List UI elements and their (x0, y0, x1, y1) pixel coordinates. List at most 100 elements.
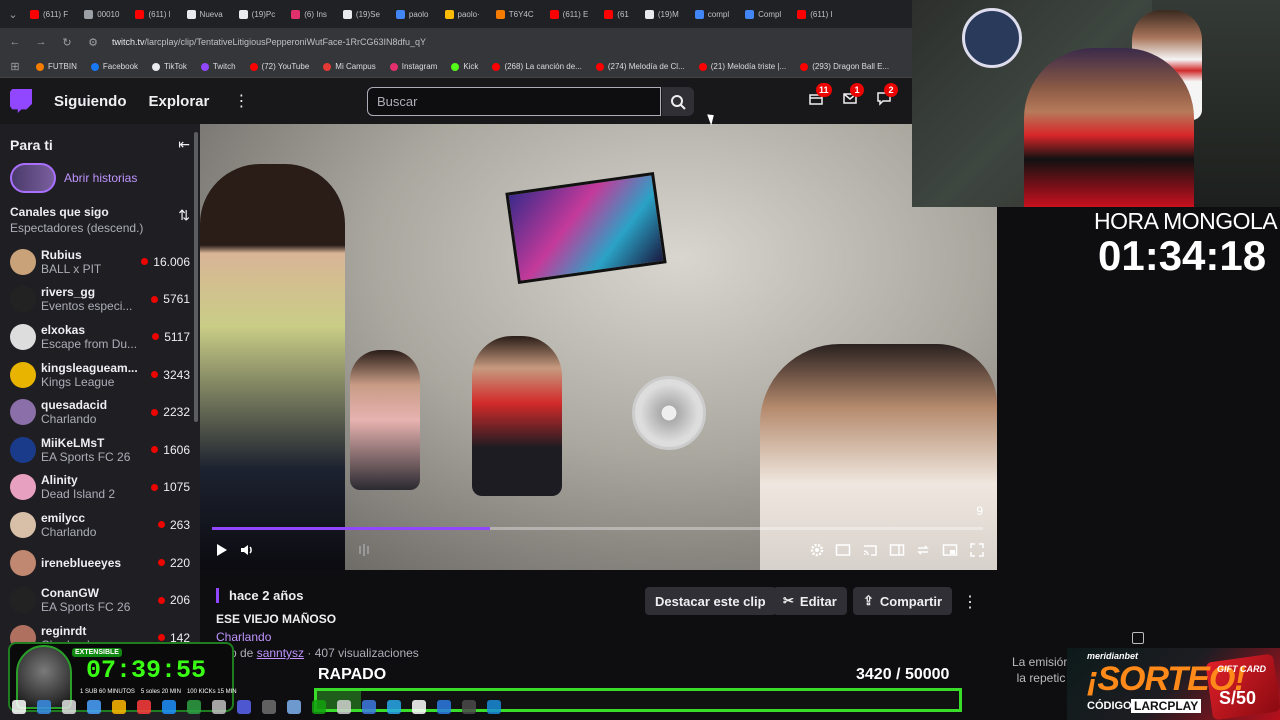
bookmark-item[interactable]: (274) Melodía de Cl... (595, 62, 685, 71)
browser-tab[interactable]: (611) I (791, 3, 839, 25)
forward-icon[interactable]: → (34, 36, 48, 48)
bookmark-item[interactable]: (293) Dragon Ball E... (800, 62, 889, 71)
browser-tab[interactable]: (19)M (639, 3, 685, 25)
settings-button[interactable] (809, 542, 825, 558)
edit-clip-button[interactable]: ✂ Editar (773, 587, 847, 615)
bookmark-item[interactable]: TikTok (152, 62, 187, 71)
collapse-sidebar-icon[interactable]: ⇤ (178, 136, 190, 153)
browser-tab[interactable]: (611) l (129, 3, 176, 25)
taskbar-app-icon[interactable] (87, 700, 101, 714)
browser-tab[interactable]: (61 (598, 3, 635, 25)
clip-loop-button[interactable] (915, 542, 931, 558)
back-icon[interactable]: ← (8, 36, 22, 48)
browser-tab[interactable]: (611) F (24, 3, 74, 25)
mini-player-button[interactable] (942, 542, 958, 558)
fullscreen-button[interactable] (969, 542, 985, 558)
taskbar-app-icon[interactable] (187, 700, 201, 714)
sidebar-toggle-button[interactable] (889, 542, 905, 558)
sidebar-channel[interactable]: ConanGW EA Sports FC 26 206 (0, 581, 200, 619)
sidebar-channel[interactable]: quesadacid Charlando 2232 (0, 393, 200, 431)
sidebar-channel[interactable]: ireneblueeyes 220 (0, 544, 200, 582)
bookmark-item[interactable]: Kick (451, 62, 478, 71)
channel-text: emilycc Charlando (41, 511, 158, 539)
taskbar-app-icon[interactable] (237, 700, 251, 714)
taskbar-app-icon[interactable] (462, 700, 476, 714)
site-info-icon[interactable]: ⚙ (86, 36, 100, 49)
taskbar-app-icon[interactable] (487, 700, 501, 714)
highlight-clip-button[interactable]: Destacar este clip (645, 587, 776, 615)
tab-label: (611) l (148, 9, 171, 19)
bookmark-item[interactable]: Twitch (200, 62, 236, 71)
video-progress-bar[interactable] (212, 527, 983, 530)
browser-tab[interactable]: Compl (739, 3, 787, 25)
clip-more-icon[interactable]: ⋮ (962, 592, 978, 612)
sidebar-channel[interactable]: elxokas Escape from Du... 5117 (0, 318, 200, 356)
share-clip-button[interactable]: ⇪ Compartir (853, 587, 953, 615)
taskbar-app-icon[interactable] (362, 700, 376, 714)
channel-name: ConanGW (41, 586, 99, 601)
browser-tab[interactable]: (611) E (544, 3, 595, 25)
whispers-button[interactable]: 2 (876, 83, 898, 108)
stories-entry[interactable]: Abrir historias (0, 153, 200, 193)
url-field[interactable]: twitch.tv/larcplay/clip/TentativeLitigio… (112, 37, 426, 47)
bookmark-item[interactable]: Facebook (90, 62, 139, 71)
sidebar-scrollbar[interactable] (194, 132, 198, 422)
browser-tab[interactable]: Nueva (181, 3, 229, 25)
browser-tab[interactable]: 00010 (78, 3, 125, 25)
taskbar-app-icon[interactable] (437, 700, 451, 714)
nav-following[interactable]: Siguiendo (54, 93, 127, 110)
reload-icon[interactable]: ↻ (60, 36, 74, 49)
bookmark-label: Facebook (102, 62, 139, 71)
taskbar-app-icon[interactable] (137, 700, 151, 714)
bookmark-item[interactable]: Instagram (389, 62, 437, 71)
bookmark-item[interactable]: FUTBIN (36, 62, 77, 71)
live-dot-icon (151, 446, 159, 454)
sidebar-channel[interactable]: MiiKeLMsT EA Sports FC 26 1606 (0, 431, 200, 469)
taskbar-app-icon[interactable] (162, 700, 176, 714)
taskbar-app-icon[interactable] (387, 700, 401, 714)
taskbar-app-icon[interactable] (37, 700, 51, 714)
taskbar-app-icon[interactable] (212, 700, 226, 714)
browser-tab[interactable]: compl (689, 3, 735, 25)
browser-tab[interactable]: paolo (390, 3, 435, 25)
clipper-link[interactable]: sanntysz (257, 646, 304, 660)
sidebar-channel[interactable]: Rubius BALL x PIT 16.006 (0, 243, 200, 281)
browser-tab[interactable]: (19)Se (337, 3, 386, 25)
bookmark-item[interactable]: (21) Melodía triste |... (698, 62, 786, 71)
theatre-mode-button[interactable] (835, 542, 851, 558)
cast-button[interactable] (862, 542, 878, 558)
sort-icon[interactable]: ⇅ (178, 207, 190, 224)
search-button[interactable] (662, 87, 694, 116)
taskbar-app-icon[interactable] (287, 700, 301, 714)
tab-list-icon[interactable]: ⌄ (6, 8, 20, 21)
more-options-icon[interactable]: ⋮ (233, 91, 249, 111)
drops-button[interactable]: 11 (808, 83, 832, 108)
taskbar-app-icon[interactable] (112, 700, 126, 714)
apps-grid-icon[interactable]: ⊞ (8, 60, 22, 73)
taskbar-app-icon[interactable] (337, 700, 351, 714)
sidebar-channel[interactable]: rivers_gg Eventos especi... 5761 (0, 281, 200, 319)
taskbar-app-icon[interactable] (412, 700, 426, 714)
browser-tab[interactable]: T6Y4C (490, 3, 540, 25)
browser-tab[interactable]: paolo· (439, 3, 486, 25)
browser-tab[interactable]: (19)Pc (233, 3, 282, 25)
browser-tab[interactable]: (6) Ins (285, 3, 333, 25)
inbox-button[interactable]: 1 (842, 83, 864, 108)
clip-title: ESE VIEJO MAÑOSO (216, 612, 337, 626)
twitch-logo-icon[interactable] (10, 89, 32, 113)
taskbar-app-icon[interactable] (12, 700, 26, 714)
taskbar-app-icon[interactable] (262, 700, 276, 714)
bookmark-item[interactable]: (72) YouTube (249, 62, 309, 71)
sidebar-channel[interactable]: Alinity Dead Island 2 1075 (0, 469, 200, 507)
play-button[interactable] (213, 542, 229, 558)
volume-button[interactable] (239, 542, 255, 558)
search-input[interactable]: Buscar (367, 87, 661, 116)
video-player[interactable]: 9 (200, 124, 997, 570)
taskbar-app-icon[interactable] (62, 700, 76, 714)
sidebar-channel[interactable]: kingsleagueam... Kings League 3243 (0, 356, 200, 394)
bookmark-item[interactable]: (268) La canción de... (492, 62, 582, 71)
bookmark-item[interactable]: Mi Campus (323, 62, 376, 71)
nav-browse[interactable]: Explorar (149, 93, 210, 110)
taskbar-app-icon[interactable] (312, 700, 326, 714)
sidebar-channel[interactable]: emilycc Charlando 263 (0, 506, 200, 544)
